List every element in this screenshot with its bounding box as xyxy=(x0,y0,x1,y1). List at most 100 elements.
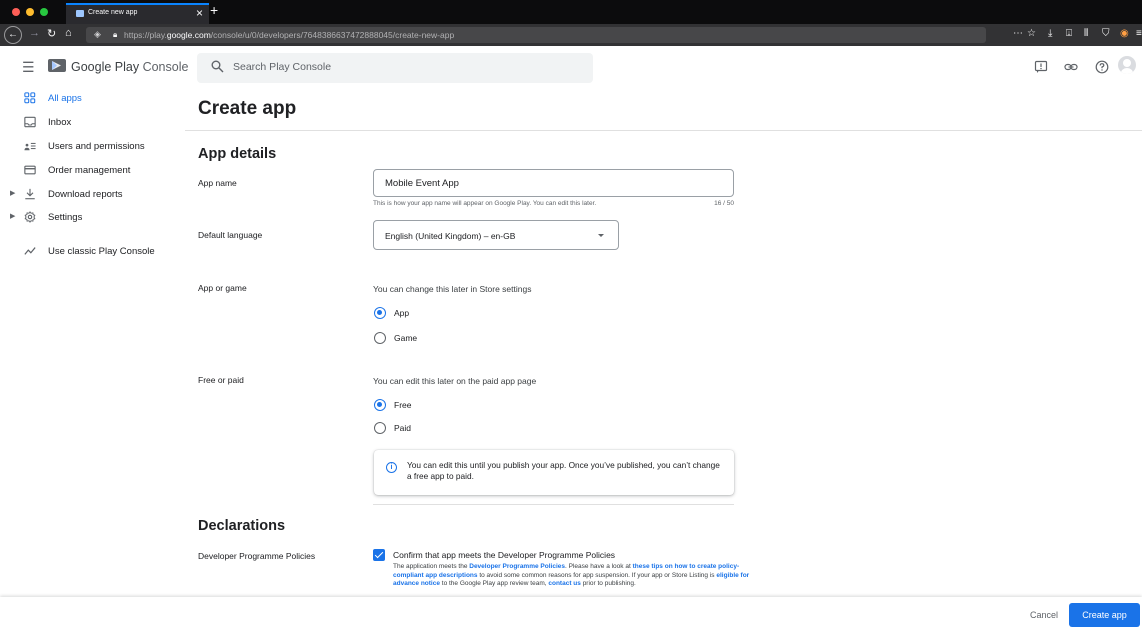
browser-tab-title: Create new app xyxy=(88,9,138,16)
extension-icon[interactable]: ◉ xyxy=(1120,28,1129,39)
browser-navigation-bar: ← → ↻ ⌂ ◈ 🔒︎ https://play.google.com/con… xyxy=(0,24,1142,46)
app-details-heading: App details xyxy=(198,146,277,162)
app-name-value: Mobile Event App xyxy=(385,178,459,189)
address-bar[interactable]: ◈ 🔒︎ https://play.google.com/console/u/0… xyxy=(86,27,986,43)
browser-tab-active[interactable]: Create new app × xyxy=(66,3,209,24)
create-app-button[interactable]: Create app xyxy=(1069,603,1140,627)
bookmark-star-icon[interactable]: ☆ xyxy=(1027,28,1036,39)
browser-toolbar-right: ⋯ ☆ ⤓ ⍗ ⫴ ⛉ ◉ ≡ xyxy=(1010,28,1142,44)
cancel-button[interactable]: Cancel xyxy=(1024,604,1064,626)
sidebar-item-label: Download reports xyxy=(48,189,123,200)
sidebar-item-use-classic-play-console[interactable]: Use classic Play Console xyxy=(0,243,185,263)
free-or-paid-hint: You can edit this later on the paid app … xyxy=(373,376,537,386)
lock-icon[interactable]: 🔒︎ xyxy=(113,30,117,40)
sidebar-item-download-reports[interactable]: ▶ Download reports xyxy=(0,186,185,206)
sidebar-nav: All apps Inbox Users and permissions Ord… xyxy=(0,90,185,600)
play-console-logo-text[interactable]: Google Play Console xyxy=(71,60,188,74)
new-tab-icon[interactable]: + xyxy=(210,2,218,18)
chevron-right-icon[interactable]: ▶ xyxy=(10,212,15,220)
back-arrow-icon[interactable]: ← xyxy=(4,26,22,44)
app-name-helper: This is how your app name will appear on… xyxy=(373,200,734,207)
window-close-button[interactable] xyxy=(12,8,20,16)
radio-button-checked[interactable] xyxy=(374,307,386,319)
create-app-form: Create app App details App name Mobile E… xyxy=(185,90,1142,600)
extension-shield-icon[interactable]: ⛉ xyxy=(1102,28,1110,39)
sidebar-item-settings[interactable]: ▶ Settings xyxy=(0,209,185,229)
feedback-icon[interactable] xyxy=(1034,60,1048,74)
search-icon xyxy=(211,60,224,73)
page-title: Create app xyxy=(198,98,297,119)
app-or-game-hint: You can change this later in Store setti… xyxy=(373,284,532,294)
forward-arrow-icon[interactable]: → xyxy=(29,27,40,39)
declarations-heading: Declarations xyxy=(198,518,286,534)
sidebar-item-all-apps[interactable]: All apps xyxy=(0,90,185,110)
info-icon: i xyxy=(386,462,397,473)
downloads-icon[interactable]: ⤓ xyxy=(1048,28,1052,39)
radio-button-checked[interactable] xyxy=(374,399,386,411)
radio-button-unchecked[interactable] xyxy=(374,422,386,434)
contact-us-link[interactable]: contact us xyxy=(548,580,581,587)
radio-label-app: App xyxy=(394,308,410,318)
app-or-game-label: App or game xyxy=(198,283,247,293)
policy-description: The application meets the Developer Prog… xyxy=(393,563,750,587)
radio-label-paid: Paid xyxy=(394,423,412,433)
free-paid-info-card: i You can edit this until you publish yo… xyxy=(374,450,734,495)
save-to-pocket-icon[interactable]: ⍗ xyxy=(1066,28,1072,39)
chevron-right-icon[interactable]: ▶ xyxy=(10,189,15,197)
search-input[interactable] xyxy=(233,61,533,73)
trend-icon xyxy=(24,245,38,259)
radio-label-game: Game xyxy=(394,333,418,343)
credit-card-icon xyxy=(24,164,38,178)
default-language-select[interactable]: English (United Kingdom) – en-GB xyxy=(373,220,619,250)
free-paid-info-text: You can edit this until you publish your… xyxy=(407,460,720,481)
app-name-input[interactable]: Mobile Event App xyxy=(373,169,734,197)
help-icon[interactable] xyxy=(1095,60,1109,74)
sidebar-item-order-management[interactable]: Order management xyxy=(0,162,185,182)
free-or-paid-label: Free or paid xyxy=(198,375,244,385)
sidebar-item-label: All apps xyxy=(48,93,82,104)
grid-icon xyxy=(24,92,38,106)
page-actions-icon[interactable]: ⋯ xyxy=(1013,28,1023,39)
radio-label-free: Free xyxy=(394,400,412,410)
link-icon[interactable] xyxy=(1064,60,1078,74)
tab-close-icon[interactable]: × xyxy=(196,6,203,20)
download-icon xyxy=(24,188,38,202)
play-console-favicon-icon xyxy=(76,10,84,17)
home-icon[interactable]: ⌂ xyxy=(65,27,72,39)
url-text: https://play.google.com/console/u/0/deve… xyxy=(124,30,455,40)
people-icon xyxy=(24,140,38,154)
reload-icon[interactable]: ↻ xyxy=(47,27,56,40)
form-action-bar: Cancel Create app xyxy=(0,597,1142,632)
hamburger-menu-icon[interactable]: ≡ xyxy=(1136,28,1142,39)
developer-policies-link[interactable]: Developer Programme Policies xyxy=(469,563,565,570)
gear-icon xyxy=(24,211,38,225)
sidebar-item-inbox[interactable]: Inbox xyxy=(0,114,185,134)
developer-policies-label: Developer Programme Policies xyxy=(198,551,316,561)
search-box[interactable] xyxy=(197,53,593,83)
window-minimize-button[interactable] xyxy=(26,8,34,16)
tracking-shield-icon[interactable]: ◈ xyxy=(94,29,101,40)
sidebar-item-label: Use classic Play Console xyxy=(48,246,155,257)
inbox-icon xyxy=(24,116,38,130)
sidebar-item-label: Settings xyxy=(48,212,83,223)
window-zoom-button[interactable] xyxy=(40,8,48,16)
app-header: ☰ Google Play Console xyxy=(0,46,1142,90)
app-name-char-counter: 16 / 50 xyxy=(714,200,734,207)
default-language-label: Default language xyxy=(198,230,263,240)
dropdown-arrow-icon xyxy=(598,234,604,237)
declarations-divider xyxy=(373,504,734,505)
browser-tab-strip: Create new app × + xyxy=(0,0,1142,24)
account-avatar[interactable] xyxy=(1118,56,1136,74)
main-menu-icon[interactable]: ☰ xyxy=(22,59,35,76)
app-name-label: App name xyxy=(198,178,237,188)
default-language-value: English (United Kingdom) – en-GB xyxy=(385,231,516,241)
sidebar-item-label: Users and permissions xyxy=(48,141,145,152)
radio-button-unchecked[interactable] xyxy=(374,332,386,344)
library-icon[interactable]: ⫴ xyxy=(1084,28,1088,39)
policy-confirm-checkbox[interactable] xyxy=(373,549,385,561)
sidebar-item-label: Inbox xyxy=(48,117,72,128)
sidebar-item-label: Order management xyxy=(48,165,131,176)
policy-confirm-label[interactable]: Confirm that app meets the Developer Pro… xyxy=(393,550,615,560)
sidebar-item-users-and-permissions[interactable]: Users and permissions xyxy=(0,138,185,158)
title-divider xyxy=(185,130,1142,131)
